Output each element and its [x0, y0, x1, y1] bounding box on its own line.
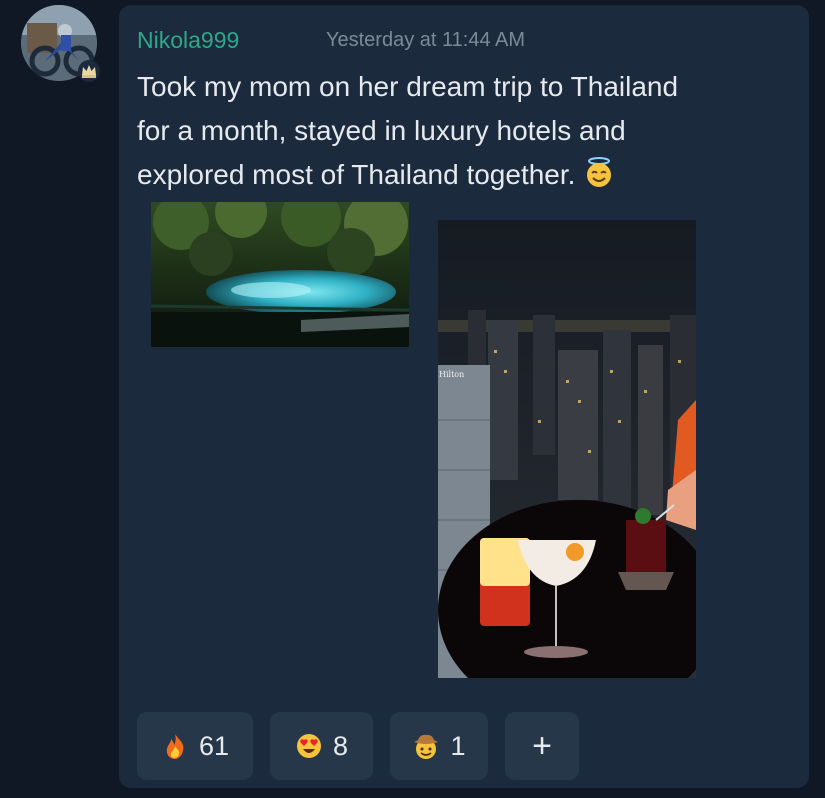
add-icon: + [532, 726, 552, 765]
message-line-text: explored most of Thailand together. [137, 159, 576, 190]
fire-icon [161, 732, 189, 760]
reaction-fire-button[interactable]: 61 [137, 712, 253, 780]
add-reaction-button[interactable]: + [505, 712, 579, 780]
message-text: Took my mom on her dream trip to Thailan… [137, 65, 787, 201]
message-line: for a month, stayed in luxury hotels and [137, 115, 626, 146]
message-line: explored most of Thailand together. [137, 153, 787, 201]
reaction-heart-eyes-button[interactable]: 8 [270, 712, 373, 780]
heart-eyes-icon [295, 732, 323, 760]
reaction-count: 1 [450, 730, 466, 761]
message-line: Took my mom on her dream trip to Thailan… [137, 71, 679, 102]
hilton-sign: Hilton [439, 370, 464, 379]
username[interactable]: Nikola999 [137, 27, 239, 54]
message-card: Nikola999 Yesterday at 11:44 AM Took my … [119, 5, 809, 788]
reaction-count: 8 [332, 730, 349, 761]
jungle-lagoon-photo[interactable] [151, 202, 409, 347]
reaction-cowboy-button[interactable]: 1 [390, 712, 488, 780]
crown-badge-icon [78, 60, 100, 82]
timestamp: Yesterday at 11:44 AM [326, 29, 526, 51]
reactions-bar: 61 8 1 + [137, 712, 579, 780]
rooftop-bar-night-photo[interactable]: Hilton [438, 220, 696, 678]
smiling-face-with-halo-icon [583, 156, 615, 201]
reaction-count: 61 [198, 730, 230, 761]
cowboy-face-icon [412, 732, 440, 760]
